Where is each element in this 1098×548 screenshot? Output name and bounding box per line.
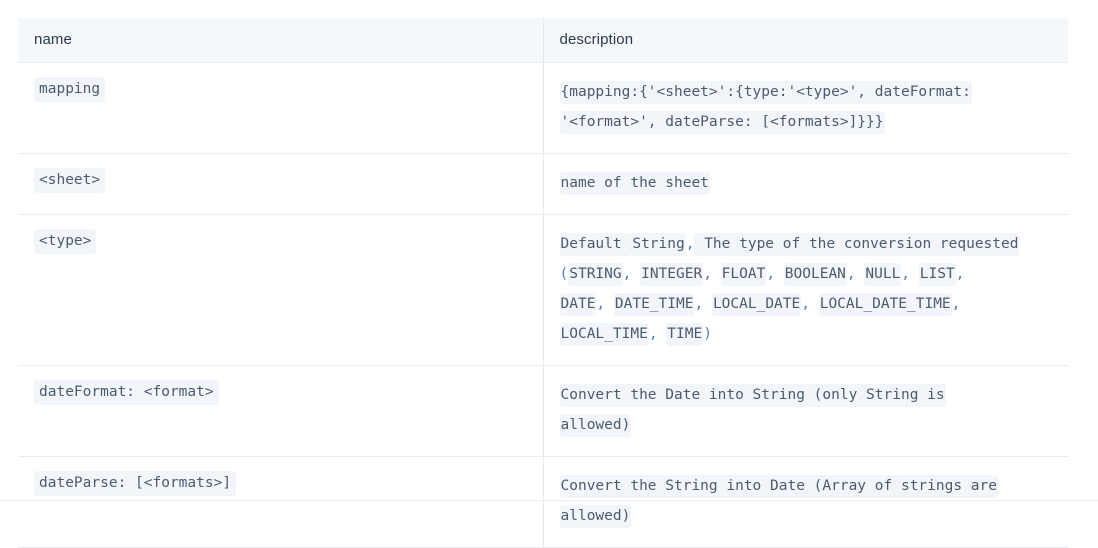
description-gap	[810, 296, 819, 312]
description-gap	[910, 266, 919, 282]
description-line: Default String, The type of the conversi…	[559, 229, 1053, 259]
description-code-token: STRING	[568, 263, 623, 286]
table-row: dateFormat: <format> Convert the Date int…	[18, 365, 1068, 457]
cell-name: <sheet>	[18, 153, 544, 215]
description-code-token: LIST	[918, 263, 956, 286]
description-line: Convert the Date into String (only Strin…	[559, 380, 1053, 410]
cell-name: <type>	[18, 214, 544, 366]
description-code-token: Convert the String into Date (Array of s…	[559, 475, 998, 498]
description-code-token: {mapping:{'<sheet>':{type:'<type>', date…	[559, 81, 972, 104]
description-code-token: LOCAL_TIME	[559, 323, 649, 346]
description-punctuation: ,	[846, 266, 856, 282]
parameters-table-container: name description mapping {mapping:{'<shee…	[18, 18, 1068, 548]
description-gap	[703, 296, 712, 312]
table-bottom-rule	[0, 500, 1098, 501]
description-punctuation: ,	[951, 296, 961, 312]
description-punctuation: ,	[596, 296, 606, 312]
table-row: <type> Default String, The type of the co…	[18, 214, 1068, 366]
description-punctuation: ,	[703, 266, 712, 282]
description-gap	[605, 296, 614, 312]
cell-description: name of the sheet	[543, 153, 1068, 215]
parameters-table: name description mapping {mapping:{'<shee…	[18, 18, 1068, 548]
cell-name: dateFormat: <format>	[18, 365, 544, 457]
cell-description: Convert the String into Date (Array of s…	[543, 456, 1068, 548]
description-gap	[775, 266, 784, 282]
description-code-token: BOOLEAN	[783, 263, 847, 286]
parameter-name-code: mapping	[34, 77, 106, 102]
cell-name: dateParse: [<formats>]	[18, 456, 544, 548]
description-code-token: FLOAT	[720, 263, 767, 286]
parameter-name-code: <sheet>	[34, 168, 106, 193]
description-code-token: DATE_TIME	[613, 293, 695, 316]
description-code-token: Convert the Date into String (only Strin…	[559, 384, 946, 407]
description-code-token: NULL	[864, 263, 902, 286]
description-line: (STRING, INTEGER, FLOAT, BOOLEAN, NULL, …	[560, 259, 1053, 289]
description-punctuation: ,	[801, 296, 810, 312]
parameter-name-code: dateFormat: <format>	[34, 380, 219, 405]
description-line: LOCAL_TIME, TIME)	[559, 319, 1053, 349]
cell-description: {mapping:{'<sheet>':{type:'<type>', date…	[543, 62, 1068, 154]
description-code-token: LOCAL_DATE	[711, 293, 802, 316]
description-punctuation: ,	[955, 266, 965, 282]
description-punctuation: )	[703, 326, 712, 342]
table-body: mapping {mapping:{'<sheet>':{type:'<type>…	[18, 62, 1068, 548]
column-header-description: description	[543, 18, 1068, 63]
cell-description: Convert the Date into String (only Strin…	[543, 365, 1068, 457]
description-gap	[658, 326, 667, 342]
table-row: mapping {mapping:{'<sheet>':{type:'<type>…	[18, 62, 1068, 154]
description-gap	[631, 266, 640, 282]
description-code-token: INTEGER	[640, 263, 704, 286]
cell-description: Default String, The type of the conversi…	[543, 214, 1068, 366]
description-code-token: TIME	[666, 323, 704, 346]
description-code-token: String	[631, 233, 686, 256]
description-line: '<format>', dateParse: [<formats>]}}}	[559, 107, 1053, 137]
description-code-token: allowed)	[559, 505, 632, 528]
description-punctuation: ,	[901, 266, 911, 282]
table-row: dateParse: [<formats>] Convert the String…	[18, 456, 1068, 548]
table-header: name description	[18, 18, 1068, 63]
column-header-name: name	[18, 18, 544, 63]
table-header-row: name description	[18, 18, 1068, 63]
description-punctuation: ,	[766, 266, 776, 282]
description-code-token: LOCAL_DATE_TIME	[818, 293, 952, 316]
parameter-name-code: <type>	[34, 229, 97, 254]
description-code-token: Default	[559, 233, 632, 256]
description-line: name of the sheet	[559, 168, 1053, 198]
parameter-name-code: dateParse: [<formats>]	[34, 471, 237, 496]
description-line: DATE, DATE_TIME, LOCAL_DATE, LOCAL_DATE_…	[559, 289, 1053, 319]
description-line: allowed)	[559, 410, 1053, 440]
description-punctuation: ,	[648, 326, 658, 342]
description-line: Convert the String into Date (Array of s…	[559, 471, 1053, 501]
description-line: {mapping:{'<sheet>':{type:'<type>', date…	[559, 77, 1053, 107]
description-gap	[712, 266, 721, 282]
cell-name: mapping	[18, 62, 544, 154]
table-row: <sheet> name of the sheet	[18, 153, 1068, 215]
description-code-token: allowed)	[559, 414, 632, 437]
description-punctuation: ,	[694, 296, 704, 312]
description-code-token: name of the sheet	[559, 172, 710, 195]
description-code-token: DATE	[559, 293, 597, 316]
description-code-token: The type of the conversion requested	[694, 233, 1020, 256]
description-code-token: '<format>', dateParse: [<formats>]}}}	[559, 111, 885, 134]
description-punctuation: (	[559, 266, 569, 282]
